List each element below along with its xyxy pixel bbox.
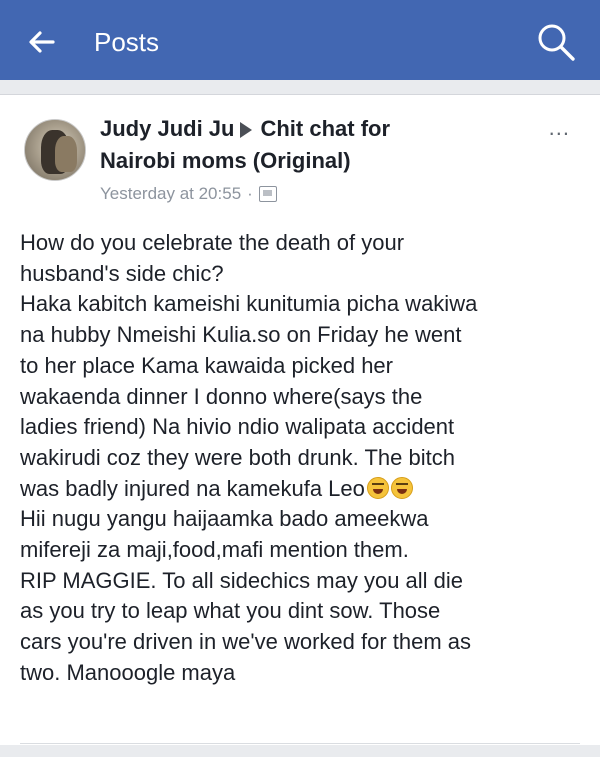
top-app-bar: Posts: [0, 0, 600, 80]
post-body: How do you celebrate the death of your h…: [20, 228, 580, 689]
post-line: RIP MAGGIE. To all sidechics may you all…: [20, 567, 464, 593]
post-line: Hii nugu yangu haijaamka bado ameekwa: [20, 506, 429, 532]
post-timestamp[interactable]: Yesterday at 20:55: [100, 183, 241, 205]
post-line-with-emoji: was badly injured na kamekufa Leo: [20, 474, 580, 505]
post-line: ladies friend) Na hivio ndio walipata ac…: [20, 414, 455, 440]
post-line: two. Manooogle maya: [20, 659, 236, 685]
post-line: husband's side chic?: [20, 260, 224, 286]
search-icon: [538, 24, 575, 61]
avatar[interactable]: [24, 119, 86, 181]
group-name[interactable]: Chit chat for: [260, 116, 390, 141]
post-meta: Yesterday at 20:55 ·: [100, 183, 277, 205]
post-line: na hubby Nmeishi Kulia.so on Friday he w…: [20, 322, 462, 348]
post-line: cars you're driven in we've worked for t…: [20, 629, 472, 655]
more-options-button[interactable]: ...: [549, 117, 570, 139]
post-header: Judy Judi Ju Chit chat for Nairobi moms (…: [100, 113, 520, 177]
group-audience-icon: [258, 186, 277, 202]
post-line: was badly injured na kamekufa Leo: [20, 475, 365, 501]
search-button[interactable]: [534, 20, 578, 64]
divider: [20, 743, 580, 744]
arrow-left-icon: [29, 31, 55, 53]
post-line: to her place Kama kawaida picked her: [20, 352, 393, 378]
author-name[interactable]: Judy Judi Ju: [100, 116, 234, 141]
post-line: wakirudi coz they were both drunk. The b…: [20, 444, 455, 470]
post-line: wakaenda dinner I donno where(says the: [20, 383, 423, 409]
back-button[interactable]: [22, 22, 62, 62]
post-line: How do you celebrate the death of your: [20, 230, 405, 255]
post-line: mifereji za maji,food,mafi mention them.: [20, 537, 409, 563]
avatar-figure-secondary: [55, 136, 77, 172]
page-title: Posts: [94, 27, 160, 57]
meta-separator: ·: [247, 184, 253, 203]
post-line: as you try to leap what you dint sow. Th…: [20, 598, 441, 624]
laughing-emoji-icon: [390, 476, 413, 499]
post-line: Haka kabitch kameishi kunitumia picha wa…: [20, 291, 478, 317]
post-card: Judy Judi Ju Chit chat for Nairobi moms (…: [0, 94, 600, 745]
laughing-emoji-icon: [366, 476, 389, 499]
group-name-continued[interactable]: Nairobi moms (Original): [100, 148, 351, 173]
shared-to-arrow-icon: [240, 122, 253, 139]
